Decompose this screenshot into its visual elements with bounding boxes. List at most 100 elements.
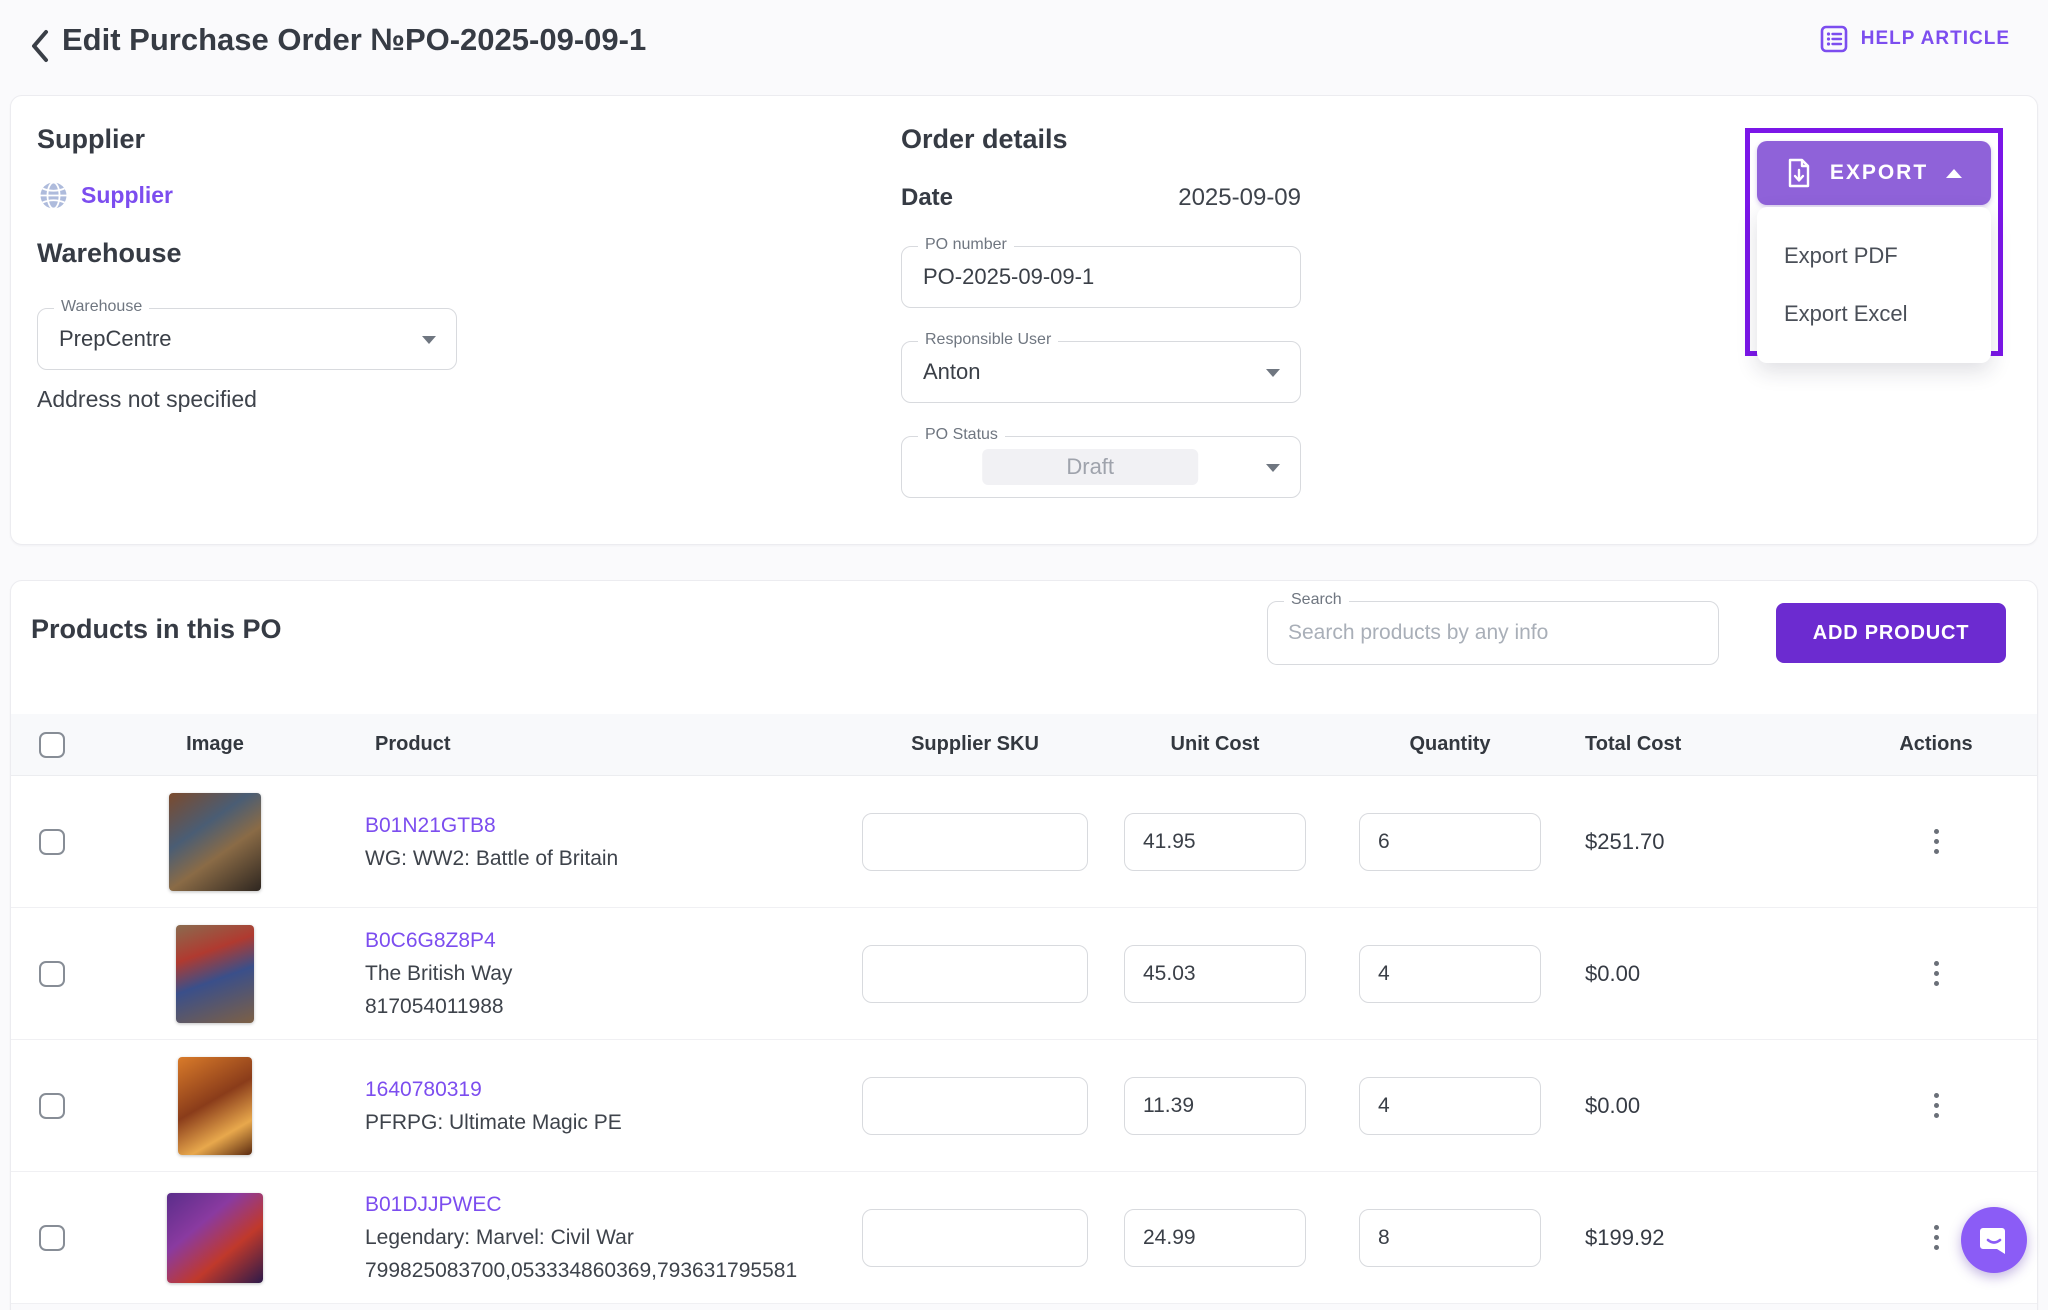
select-all-checkbox[interactable]: [39, 732, 65, 758]
warehouse-heading: Warehouse: [37, 238, 182, 269]
product-sku-link[interactable]: B01DJJPWEC: [365, 1188, 797, 1221]
responsible-user-value: Anton: [923, 359, 981, 385]
product-image: [178, 1057, 252, 1155]
row-actions-menu-button[interactable]: [1916, 951, 1956, 997]
chevron-up-icon: [1946, 169, 1962, 178]
status-badge: Draft: [982, 449, 1198, 485]
product-image: [167, 1193, 263, 1283]
col-header-supplier-sku: Supplier SKU: [911, 733, 1039, 756]
row-checkbox[interactable]: [39, 1093, 65, 1119]
total-cost-value: $251.70: [1565, 829, 1665, 855]
responsible-user-label: Responsible User: [918, 331, 1058, 349]
row-checkbox[interactable]: [39, 1225, 65, 1251]
po-number-field[interactable]: PO number PO-2025-09-09-1: [901, 246, 1301, 308]
products-card: Products in this PO Search ADD PRODUCT I…: [10, 580, 2038, 1310]
quantity-input[interactable]: [1359, 1209, 1541, 1267]
row-actions-menu-button[interactable]: [1916, 1083, 1956, 1129]
row-actions-menu-button[interactable]: [1916, 819, 1956, 865]
export-excel-menu-item[interactable]: Export Excel: [1757, 285, 1991, 343]
article-icon: [1819, 24, 1849, 54]
chat-widget-button[interactable]: [1961, 1207, 2027, 1273]
quantity-input[interactable]: [1359, 813, 1541, 871]
product-name: Legendary: Marvel: Civil War: [365, 1221, 797, 1254]
products-heading: Products in this PO: [31, 614, 282, 645]
order-details-heading: Order details: [901, 124, 1068, 155]
chevron-down-icon: [422, 336, 436, 344]
col-header-actions: Actions: [1899, 733, 1972, 756]
product-image: [169, 793, 261, 891]
table-row: B0C6G8Z8P4 The British Way 817054011988 …: [11, 908, 2037, 1040]
chat-bubble-icon: [1977, 1223, 2011, 1257]
quantity-input[interactable]: [1359, 945, 1541, 1003]
export-file-icon: [1786, 158, 1812, 188]
unit-cost-input[interactable]: [1124, 813, 1306, 871]
address-note: Address not specified: [37, 386, 257, 413]
supplier-heading: Supplier: [37, 124, 145, 155]
col-header-total-cost: Total Cost: [1565, 733, 1681, 756]
product-sku-link[interactable]: B0C6G8Z8P4: [365, 924, 512, 957]
next-row-partial: [11, 1304, 2037, 1310]
supplier-sku-input[interactable]: [862, 945, 1088, 1003]
help-article-label: HELP ARTICLE: [1861, 28, 2010, 50]
col-header-product: Product: [355, 733, 451, 756]
po-status-select[interactable]: PO Status Draft: [901, 436, 1301, 498]
quantity-input[interactable]: [1359, 1077, 1541, 1135]
product-image: [176, 925, 254, 1023]
unit-cost-input[interactable]: [1124, 1209, 1306, 1267]
export-menu: Export PDF Export Excel: [1757, 207, 1991, 363]
chevron-down-icon: [1266, 369, 1280, 377]
col-header-image: Image: [186, 733, 244, 756]
product-sku-link[interactable]: 1640780319: [365, 1073, 622, 1106]
unit-cost-input[interactable]: [1124, 945, 1306, 1003]
back-button[interactable]: [22, 26, 58, 66]
po-number-label: PO number: [918, 236, 1014, 254]
table-row: 1640780319 PFRPG: Ultimate Magic PE $0.0…: [11, 1040, 2037, 1172]
unit-cost-input[interactable]: [1124, 1077, 1306, 1135]
product-search-field: Search: [1267, 601, 1719, 665]
product-barcodes: 817054011988: [365, 990, 512, 1023]
product-name: The British Way: [365, 957, 512, 990]
total-cost-value: $0.00: [1565, 1093, 1640, 1119]
product-barcodes: 799825083700,053334860369,793631795581: [365, 1254, 797, 1287]
supplier-link-row[interactable]: Supplier: [39, 181, 173, 210]
row-checkbox[interactable]: [39, 829, 65, 855]
supplier-sku-input[interactable]: [862, 813, 1088, 871]
col-header-unit-cost: Unit Cost: [1171, 733, 1260, 756]
export-annotation-highlight: EXPORT Export PDF Export Excel: [1745, 128, 2003, 356]
col-header-quantity: Quantity: [1409, 733, 1490, 756]
product-name: PFRPG: Ultimate Magic PE: [365, 1106, 622, 1139]
export-pdf-menu-item[interactable]: Export PDF: [1757, 227, 1991, 285]
date-label: Date: [901, 184, 953, 212]
search-input[interactable]: [1268, 602, 1718, 664]
chevron-down-icon: [1266, 464, 1280, 472]
page-title: Edit Purchase Order №PO-2025-09-09-1: [62, 22, 646, 58]
export-button-label: EXPORT: [1830, 161, 1928, 185]
total-cost-value: $0.00: [1565, 961, 1640, 987]
product-name: WG: WW2: Battle of Britain: [365, 842, 618, 875]
row-actions-menu-button[interactable]: [1916, 1215, 1956, 1261]
date-value: 2025-09-09: [1178, 184, 1301, 212]
help-article-link[interactable]: HELP ARTICLE: [1819, 24, 2010, 54]
topbar: Edit Purchase Order №PO-2025-09-09-1 HEL…: [0, 0, 2048, 95]
supplier-sku-input[interactable]: [862, 1077, 1088, 1135]
add-product-button[interactable]: ADD PRODUCT: [1776, 603, 2006, 663]
supplier-sku-input[interactable]: [862, 1209, 1088, 1267]
responsible-user-select[interactable]: Responsible User Anton: [901, 341, 1301, 403]
po-number-value: PO-2025-09-09-1: [923, 264, 1094, 290]
product-sku-link[interactable]: B01N21GTB8: [365, 809, 618, 842]
warehouse-select-label: Warehouse: [54, 298, 149, 316]
row-checkbox[interactable]: [39, 961, 65, 987]
table-row: B01N21GTB8 WG: WW2: Battle of Britain $2…: [11, 776, 2037, 908]
supplier-link[interactable]: Supplier: [81, 182, 173, 209]
warehouse-select-value: PrepCentre: [59, 326, 172, 352]
total-cost-value: $199.92: [1565, 1225, 1665, 1251]
chevron-left-icon: [29, 28, 51, 64]
globe-icon: [39, 181, 68, 210]
order-summary-card: Supplier Supplier Warehouse Warehouse Pr…: [10, 95, 2038, 545]
date-row: Date 2025-09-09: [901, 184, 1301, 212]
export-button[interactable]: EXPORT: [1757, 141, 1991, 205]
po-status-label: PO Status: [918, 426, 1005, 444]
products-table: Image Product Supplier SKU Unit Cost Qua…: [11, 714, 2037, 1310]
warehouse-select[interactable]: Warehouse PrepCentre: [37, 308, 457, 370]
table-row: B01DJJPWEC Legendary: Marvel: Civil War …: [11, 1172, 2037, 1304]
